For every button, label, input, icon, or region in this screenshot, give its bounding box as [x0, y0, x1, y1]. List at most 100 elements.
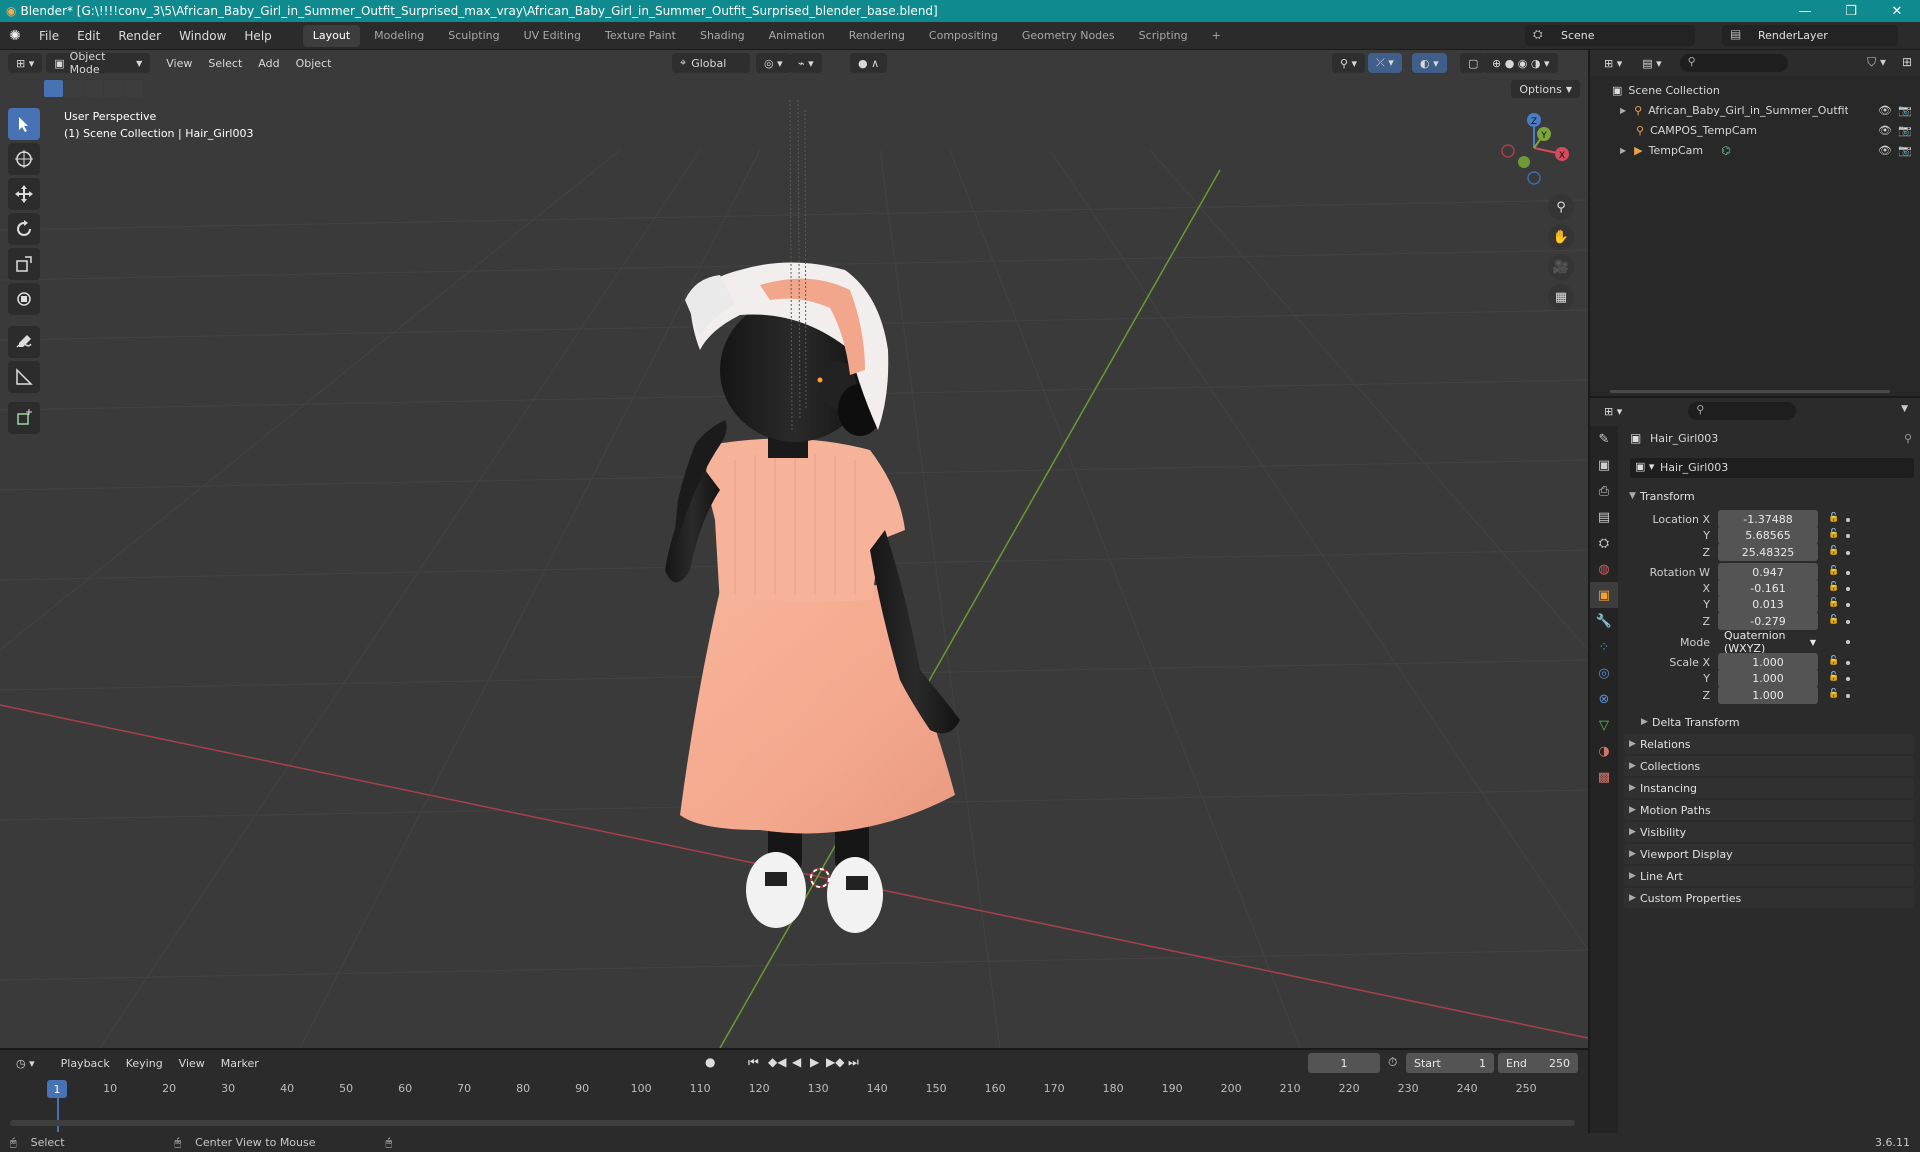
- keyframe-dot-icon[interactable]: [1846, 640, 1850, 644]
- properties-editor-type[interactable]: ⊞ ▾: [1596, 401, 1630, 421]
- outliner-scene-collection[interactable]: ▣ Scene Collection: [1590, 80, 1920, 100]
- filter-icon[interactable]: ⛉ ▾: [1867, 55, 1886, 70]
- shading-modes[interactable]: ⊕ ● ◉ ◑ ▾: [1484, 53, 1558, 73]
- zoom-icon[interactable]: ⚲: [1548, 194, 1574, 220]
- view-layer-tab-icon[interactable]: ▤: [1590, 504, 1618, 530]
- object-mode-dropdown[interactable]: ▣ Object Mode ▼: [46, 50, 151, 76]
- keyframe-dot-icon[interactable]: [1846, 661, 1850, 665]
- options-button[interactable]: Options ▼: [1511, 80, 1580, 98]
- object-tab-icon[interactable]: ▣: [1590, 582, 1618, 608]
- snap-toggle[interactable]: ⌁ ▾: [790, 53, 822, 73]
- object-name-field[interactable]: ▣ ▾ Hair_Girl003: [1630, 458, 1914, 478]
- play-icon[interactable]: ▶: [810, 1055, 819, 1069]
- location-y-field[interactable]: 5.68565: [1718, 526, 1818, 544]
- baby-girl-model[interactable]: [665, 262, 960, 934]
- rotation-mode-dropdown[interactable]: Quaternion (WXYZ) ▼: [1718, 629, 1820, 655]
- lock-icon[interactable]: 🔓: [1828, 689, 1839, 699]
- delta-transform-subpanel[interactable]: ▶ Delta Transform: [1636, 712, 1914, 732]
- 3d-viewport[interactable]: ⊞ ▾ ▣ Object Mode ▼ View Select Add Obje…: [0, 50, 1588, 1048]
- texture-tab-icon[interactable]: ▩: [1590, 764, 1618, 790]
- menu-window[interactable]: Window: [170, 22, 235, 50]
- blender-logo-icon[interactable]: ✺: [0, 22, 30, 50]
- outliner-scrollbar[interactable]: [1610, 390, 1890, 393]
- tab-sculpting[interactable]: Sculpting: [438, 25, 509, 47]
- outliner-item[interactable]: ▶ ⚲ African_Baby_Girl_in_Summer_Outfit_S…: [1590, 100, 1920, 120]
- timeline-menu-view[interactable]: View: [171, 1057, 213, 1070]
- keyframe-dot-icon[interactable]: [1846, 603, 1850, 607]
- transform-orientation-dropdown[interactable]: ⌖ Global: [672, 53, 750, 73]
- render-layer-selector[interactable]: ▤ RenderLayer: [1722, 25, 1898, 46]
- timeline-menu-playback[interactable]: Playback: [53, 1057, 118, 1070]
- render-tab-icon[interactable]: ▣: [1590, 452, 1618, 478]
- keyframe-dot-icon[interactable]: [1846, 518, 1850, 522]
- data-tab-icon[interactable]: ▽: [1590, 712, 1618, 738]
- line-art-panel[interactable]: ▶ Line Art: [1624, 866, 1914, 886]
- proportional-edit-toggle[interactable]: ● ∧: [850, 53, 888, 73]
- outliner-editor-type[interactable]: ⊞ ▾: [1596, 53, 1630, 73]
- new-collection-icon[interactable]: ⊞: [1902, 55, 1912, 69]
- keyframe-dot-icon[interactable]: [1846, 620, 1850, 624]
- navigation-gizmo[interactable]: Z X Y: [1494, 110, 1574, 193]
- eye-icon[interactable]: 👁: [1878, 104, 1892, 117]
- tab-scripting[interactable]: Scripting: [1129, 25, 1198, 47]
- start-frame-field[interactable]: Start 1: [1406, 1053, 1494, 1073]
- expand-arrow-icon[interactable]: ▶: [1620, 146, 1626, 155]
- timeline-menu-keying[interactable]: Keying: [118, 1057, 171, 1070]
- keyframe-dot-icon[interactable]: [1846, 694, 1850, 698]
- select-subtract-mode[interactable]: [84, 80, 103, 97]
- constraints-tab-icon[interactable]: ⊗: [1590, 686, 1618, 712]
- select-invert-mode[interactable]: [104, 80, 123, 97]
- menu-file[interactable]: File: [30, 22, 68, 50]
- eye-icon[interactable]: 👁: [1878, 124, 1892, 137]
- playhead-frame-indicator[interactable]: 1: [47, 1080, 67, 1098]
- lock-icon[interactable]: 🔓: [1828, 672, 1839, 682]
- render-camera-icon[interactable]: 📷: [1898, 124, 1912, 137]
- overlay-toggle[interactable]: ◐ ▾: [1412, 53, 1447, 73]
- viewport-menu-view[interactable]: View: [158, 57, 200, 70]
- tab-animation[interactable]: Animation: [759, 25, 835, 47]
- lock-icon[interactable]: 🔓: [1828, 656, 1839, 666]
- close-button[interactable]: ✕: [1874, 0, 1920, 22]
- pivot-dropdown[interactable]: ◎ ▾: [756, 53, 791, 73]
- select-box-tool[interactable]: [8, 108, 40, 140]
- visibility-panel[interactable]: ▶ Visibility: [1624, 822, 1914, 842]
- move-tool[interactable]: [8, 178, 40, 210]
- tab-shading[interactable]: Shading: [690, 25, 755, 47]
- measure-tool[interactable]: [8, 361, 40, 393]
- gizmo-toggle[interactable]: ⤫ ▾: [1368, 53, 1402, 73]
- end-frame-field[interactable]: End 250: [1498, 1053, 1578, 1073]
- tab-layout[interactable]: Layout: [302, 24, 361, 47]
- viewport-menu-select[interactable]: Select: [200, 57, 250, 70]
- eye-icon[interactable]: 👁: [1878, 144, 1892, 157]
- scene-tab-icon[interactable]: ⛭: [1590, 530, 1618, 556]
- lock-icon[interactable]: 🔓: [1828, 582, 1839, 592]
- motion-paths-panel[interactable]: ▶ Motion Paths: [1624, 800, 1914, 820]
- viewport-display-panel[interactable]: ▶ Viewport Display: [1624, 844, 1914, 864]
- axis-gizmo[interactable]: Z X Y: [1494, 110, 1574, 190]
- record-icon[interactable]: ●: [705, 1055, 715, 1069]
- stopwatch-icon[interactable]: ⏱: [1388, 1055, 1397, 1070]
- rotation-z-field[interactable]: -0.279: [1718, 612, 1818, 630]
- lock-icon[interactable]: 🔓: [1828, 598, 1839, 608]
- properties-search-input[interactable]: ⚲: [1688, 402, 1797, 420]
- rotation-y-field[interactable]: 0.013: [1718, 595, 1818, 613]
- xray-toggle[interactable]: ▢: [1460, 53, 1487, 73]
- jump-start-icon[interactable]: ⏮: [748, 1055, 759, 1070]
- select-extend-mode[interactable]: [64, 80, 83, 97]
- relations-panel[interactable]: ▶ Relations: [1624, 734, 1914, 754]
- scale-y-field[interactable]: 1.000: [1718, 669, 1818, 687]
- select-new-mode[interactable]: [44, 80, 63, 97]
- viewport-menu-add[interactable]: Add: [250, 57, 287, 70]
- tab-uv-editing[interactable]: UV Editing: [514, 25, 591, 47]
- menu-help[interactable]: Help: [235, 22, 280, 50]
- select-intersect-mode[interactable]: [124, 80, 143, 97]
- cursor-tool[interactable]: [8, 143, 40, 175]
- frame-ruler[interactable]: 10 20 30 40 50 60 70 80 90 100 110 120 130 140 150 160 1…: [0, 1080, 1588, 1100]
- lock-icon[interactable]: 🔓: [1828, 513, 1839, 523]
- transform-tool[interactable]: [8, 283, 40, 315]
- rotate-tool[interactable]: [8, 213, 40, 245]
- maximize-button[interactable]: ❐: [1828, 0, 1874, 22]
- lock-icon[interactable]: 🔓: [1828, 615, 1839, 625]
- particles-tab-icon[interactable]: ⁘: [1590, 634, 1618, 660]
- scene-selector[interactable]: ⛭ Scene: [1525, 25, 1695, 46]
